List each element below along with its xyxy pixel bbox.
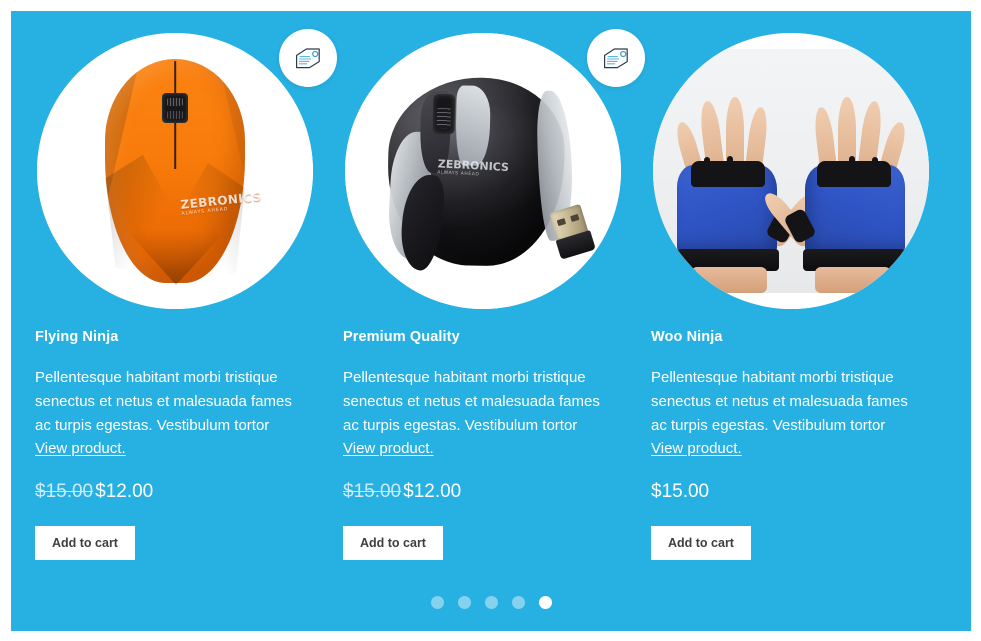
product-image-circle[interactable]: ZEBRONICS ALWAYS AHEAD [345, 33, 621, 309]
product-media[interactable]: ZEBRONICS ALWAYS AHEAD [345, 29, 645, 309]
price-tag-icon [294, 47, 322, 69]
product-title: Premium Quality [343, 329, 460, 345]
product-image-circle[interactable]: ZEBRONICS ALWAYS AHEAD [37, 33, 313, 309]
product-price: $15.00 $12.00 [343, 481, 611, 504]
black-mouse-illustration: ZEBRONICS ALWAYS AHEAD [372, 64, 596, 277]
price-tag-icon [602, 47, 630, 69]
product-card[interactable]: Woo Ninja Pellentesque habitant morbi tr… [627, 11, 931, 571]
product-title: Woo Ninja [651, 329, 723, 345]
product-description-text: Pellentesque habitant morbi tristique se… [35, 369, 292, 434]
view-product-link[interactable]: View product. [651, 440, 742, 457]
product-media[interactable]: ZEBRONICS ALWAYS AHEAD [37, 29, 337, 309]
price-sale: $12.00 [403, 481, 462, 503]
orange-mouse-illustration: ZEBRONICS ALWAYS AHEAD [105, 59, 262, 287]
carousel-pagination[interactable] [11, 596, 971, 609]
price-original: $15.00 [343, 481, 402, 503]
product-details: Premium Quality Pellentesque habitant mo… [343, 329, 611, 561]
add-to-cart-button[interactable]: Add to cart [35, 525, 135, 561]
product-card[interactable]: ZEBRONICS ALWAYS AHEAD [319, 11, 645, 571]
product-description: Pellentesque habitant morbi tristique se… [343, 366, 611, 461]
view-product-link[interactable]: View product. [343, 440, 434, 457]
product-title: Flying Ninja [35, 329, 119, 345]
pagination-dot-1[interactable] [430, 596, 444, 609]
pagination-dot-4[interactable] [511, 596, 525, 609]
product-description: Pellentesque habitant morbi tristique se… [35, 366, 303, 461]
product-photo-flying-ninja: ZEBRONICS ALWAYS AHEAD [37, 33, 313, 309]
pagination-dot-5[interactable] [538, 596, 552, 609]
left-hand [673, 91, 822, 293]
price-sale: $12.00 [95, 481, 154, 503]
mouse-scroll-wheel [162, 93, 188, 123]
sale-badge [279, 29, 337, 87]
add-to-cart-button[interactable]: Add to cart [651, 525, 751, 561]
right-hand [760, 91, 909, 293]
product-media[interactable] [653, 33, 929, 309]
price-original: $15.00 [35, 481, 94, 503]
sale-badge [587, 29, 645, 87]
product-photo-woo-ninja [653, 33, 929, 309]
product-description: Pellentesque habitant morbi tristique se… [651, 366, 919, 461]
product-details: Flying Ninja Pellentesque habitant morbi… [35, 329, 303, 561]
product-photo-premium-quality: ZEBRONICS ALWAYS AHEAD [345, 33, 621, 309]
product-card[interactable]: ZEBRONICS ALWAYS AHEAD [11, 11, 337, 571]
product-description-text: Pellentesque habitant morbi tristique se… [343, 369, 600, 434]
mouse-scroll-wheel [432, 94, 456, 135]
usb-dongle [547, 203, 596, 260]
carousel-slides: ZEBRONICS ALWAYS AHEAD Flying Ninja Pell… [11, 11, 971, 571]
pagination-dot-2[interactable] [457, 596, 471, 609]
product-description-text: Pellentesque habitant morbi tristique se… [651, 369, 908, 434]
zebronics-brand-mark: ZEBRONICS ALWAYS AHEAD [437, 157, 510, 178]
product-details: Woo Ninja Pellentesque habitant morbi tr… [651, 329, 919, 561]
gloves-illustration [653, 49, 929, 293]
price-regular: $15.00 [651, 481, 710, 503]
product-price: $15.00 [651, 481, 919, 504]
product-carousel: ZEBRONICS ALWAYS AHEAD Flying Ninja Pell… [11, 11, 971, 631]
view-product-link[interactable]: View product. [35, 440, 126, 457]
product-price: $15.00 $12.00 [35, 481, 303, 504]
pagination-dot-3[interactable] [484, 596, 498, 609]
add-to-cart-button[interactable]: Add to cart [343, 525, 443, 561]
product-image-circle[interactable] [653, 33, 929, 309]
